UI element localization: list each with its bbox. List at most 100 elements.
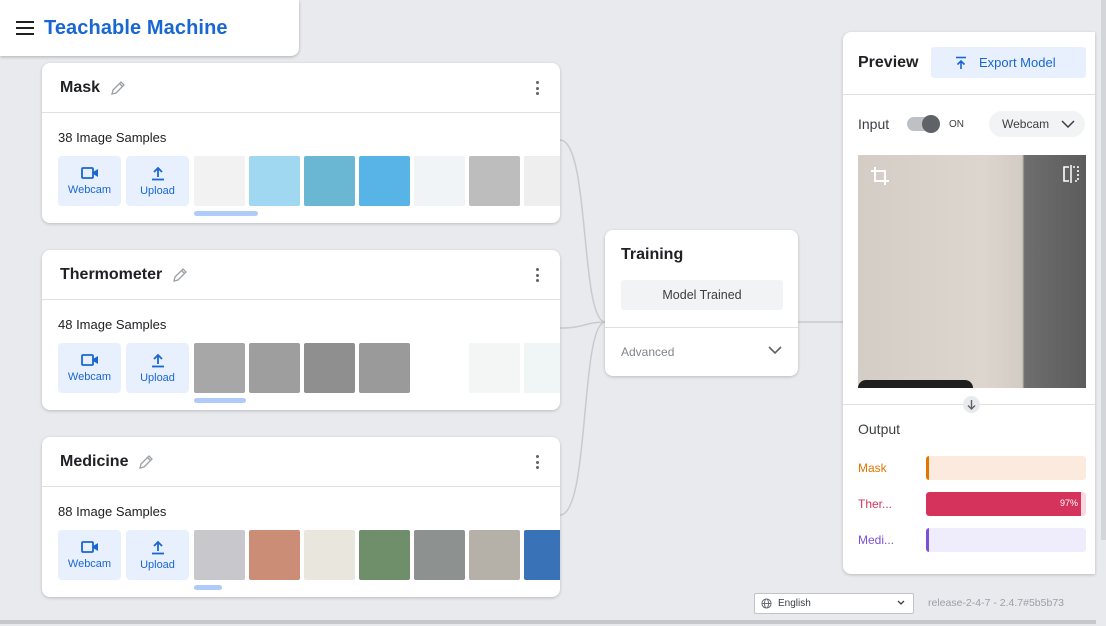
output-class-label: Ther... bbox=[858, 497, 893, 511]
upload-icon bbox=[151, 166, 164, 180]
class-card-mask: Mask 38 Image Samples Webcam Upload bbox=[42, 63, 560, 223]
flip-icon[interactable] bbox=[1062, 165, 1080, 183]
app-header: Teachable Machine bbox=[0, 0, 299, 56]
sample-thumbnail[interactable] bbox=[414, 156, 465, 206]
sample-thumbnail[interactable] bbox=[524, 156, 560, 206]
confidence-bar bbox=[926, 528, 1086, 552]
class-card-header: Medicine bbox=[42, 437, 560, 487]
output-label: Output bbox=[858, 421, 901, 437]
sample-thumbnail[interactable] bbox=[304, 343, 355, 393]
pencil-icon[interactable] bbox=[172, 267, 188, 283]
class-name[interactable]: Mask bbox=[60, 79, 100, 97]
language-select[interactable]: English bbox=[754, 593, 914, 614]
output-row: Ther... 97% bbox=[858, 492, 1086, 516]
webcam-label: Webcam bbox=[67, 558, 112, 570]
app-title[interactable]: Teachable Machine bbox=[44, 17, 228, 40]
language-value: English bbox=[778, 598, 811, 609]
vertical-scrollbar[interactable] bbox=[1101, 0, 1106, 540]
upload-label: Upload bbox=[140, 371, 175, 384]
sample-thumbnail[interactable] bbox=[194, 343, 245, 393]
preview-title: Preview bbox=[858, 54, 919, 71]
sample-thumbnail[interactable] bbox=[524, 530, 560, 580]
sample-thumbnail[interactable] bbox=[359, 343, 410, 393]
preview-panel: Preview Export Model Input ON Webcam Out… bbox=[843, 32, 1095, 574]
sample-count: 38 Image Samples bbox=[58, 130, 167, 145]
output-class-label: Mask bbox=[858, 461, 887, 475]
input-toggle[interactable] bbox=[907, 115, 940, 133]
sample-thumbnail[interactable] bbox=[469, 343, 520, 393]
class-card-medicine: Medicine 88 Image Samples Webcam Upload bbox=[42, 437, 560, 597]
upload-icon bbox=[151, 353, 164, 367]
class-name[interactable]: Thermometer bbox=[60, 266, 162, 284]
sample-thumbnail[interactable] bbox=[414, 530, 465, 580]
train-model-button[interactable]: Model Trained bbox=[621, 280, 783, 310]
upload-button[interactable]: Upload bbox=[126, 343, 189, 393]
webcam-preview bbox=[858, 155, 1086, 388]
confidence-fill bbox=[926, 456, 929, 480]
upload-arrow-icon bbox=[956, 56, 966, 69]
toggle-state: ON bbox=[949, 119, 964, 130]
upload-label: Upload bbox=[140, 558, 175, 571]
webcam-label: Webcam bbox=[67, 184, 112, 196]
input-source-value: Webcam bbox=[1002, 117, 1050, 131]
sample-thumbnail[interactable] bbox=[359, 156, 410, 206]
sample-thumbnail[interactable] bbox=[304, 530, 355, 580]
pencil-icon[interactable] bbox=[110, 80, 126, 96]
upload-icon bbox=[151, 540, 164, 554]
arrow-down-icon bbox=[963, 396, 980, 413]
upload-label: Upload bbox=[140, 184, 175, 197]
horizontal-scrollbar[interactable] bbox=[0, 620, 1096, 624]
class-card-thermometer: Thermometer 48 Image Samples Webcam Uplo… bbox=[42, 250, 560, 410]
kebab-icon[interactable] bbox=[536, 81, 540, 95]
class-card-header: Mask bbox=[42, 63, 560, 113]
output-row: Medi... bbox=[858, 528, 1086, 552]
sample-thumbnail[interactable] bbox=[469, 156, 520, 206]
thumbnail-scroll-indicator[interactable] bbox=[194, 211, 258, 216]
sample-thumbnail[interactable] bbox=[249, 530, 300, 580]
webcam-button[interactable]: Webcam bbox=[58, 343, 121, 393]
sample-thumbnail[interactable] bbox=[524, 343, 560, 393]
sample-thumbnails bbox=[194, 530, 560, 580]
video-camera-icon bbox=[80, 354, 98, 366]
chevron-down-icon bbox=[897, 600, 905, 605]
webcam-button[interactable]: Webcam bbox=[58, 156, 121, 206]
webcam-button[interactable]: Webcam bbox=[58, 530, 121, 580]
upload-button[interactable]: Upload bbox=[126, 156, 189, 206]
sample-count: 48 Image Samples bbox=[58, 317, 167, 332]
sample-thumbnail[interactable] bbox=[469, 530, 520, 580]
export-model-button[interactable]: Export Model bbox=[931, 47, 1086, 78]
sample-thumbnail[interactable] bbox=[194, 156, 245, 206]
output-class-label: Medi... bbox=[858, 533, 895, 547]
chevron-down-icon bbox=[1061, 120, 1075, 128]
input-source-select[interactable]: Webcam bbox=[989, 111, 1085, 137]
pencil-icon[interactable] bbox=[138, 454, 154, 470]
chevron-down-icon[interactable] bbox=[768, 346, 782, 355]
sample-thumbnail[interactable] bbox=[414, 343, 465, 393]
sample-thumbnail[interactable] bbox=[249, 156, 300, 206]
sample-thumbnails bbox=[194, 343, 560, 393]
sample-thumbnail[interactable] bbox=[359, 530, 410, 580]
thumbnail-scroll-indicator[interactable] bbox=[194, 398, 246, 403]
confidence-fill bbox=[926, 528, 930, 552]
training-card: Training Model Trained Advanced bbox=[605, 230, 798, 376]
release-version: release-2-4-7 - 2.4.7#5b5b73 bbox=[928, 597, 1065, 609]
kebab-icon[interactable] bbox=[536, 268, 540, 282]
output-row: Mask bbox=[858, 456, 1086, 480]
advanced-toggle[interactable]: Advanced bbox=[621, 345, 674, 359]
input-label: Input bbox=[858, 116, 890, 132]
sample-thumbnail[interactable] bbox=[249, 343, 300, 393]
training-title: Training bbox=[621, 246, 684, 263]
class-name[interactable]: Medicine bbox=[60, 453, 128, 471]
kebab-icon[interactable] bbox=[536, 455, 540, 469]
sample-count: 88 Image Samples bbox=[58, 504, 167, 519]
menu-icon[interactable] bbox=[16, 21, 34, 35]
sample-thumbnail[interactable] bbox=[304, 156, 355, 206]
confidence-percent: 97% bbox=[1059, 498, 1078, 508]
thumbnail-scroll-indicator[interactable] bbox=[194, 585, 222, 590]
sample-thumbnail[interactable] bbox=[194, 530, 245, 580]
upload-button[interactable]: Upload bbox=[126, 530, 189, 580]
sample-thumbnails bbox=[194, 156, 560, 206]
crop-icon[interactable] bbox=[870, 166, 890, 186]
globe-icon bbox=[761, 598, 772, 609]
confidence-bar: 97% bbox=[926, 492, 1086, 516]
